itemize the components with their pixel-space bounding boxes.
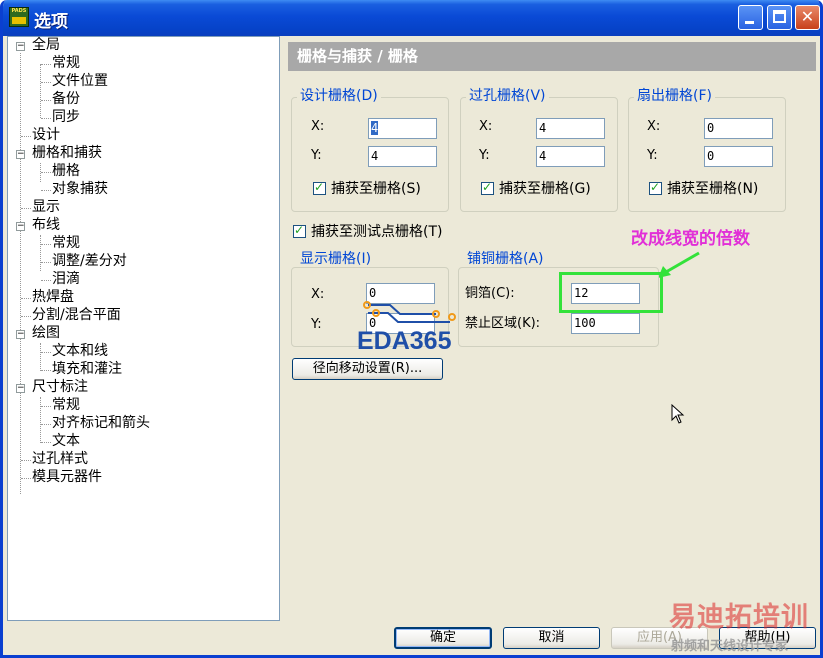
fanout-grid-x-label: X: xyxy=(647,119,661,134)
design-grid-label: 设计栅格(D) xyxy=(297,88,381,104)
options-tree[interactable]: − 全局 常规 文件位置 备份 同步 设计 − 栅格和捕获 栅格 对象捕获 显示… xyxy=(7,36,280,621)
tree-item-global-general[interactable]: 常规 xyxy=(52,55,80,72)
site-watermark-subtitle: 射频和天线设计专家 xyxy=(671,639,789,654)
cancel-button[interactable]: 取消 xyxy=(503,627,600,649)
tree-expander[interactable]: − xyxy=(16,222,25,231)
pads-app-icon: PADS xyxy=(9,7,29,27)
tree-item-routing[interactable]: 布线 xyxy=(32,217,60,234)
tree-item-grids[interactable]: 栅格 xyxy=(52,163,80,180)
via-grid-y-input[interactable]: 4 xyxy=(536,146,605,167)
test-point-snap-checkbox[interactable] xyxy=(293,223,306,238)
options-dialog: PADS 选项 ✕ − 全局 常规 文件位置 备份 同步 设计 − 栅格和捕获 … xyxy=(0,0,823,658)
title-bar[interactable]: PADS 选项 ✕ xyxy=(3,0,820,36)
close-icon: ✕ xyxy=(800,7,815,26)
tree-item-thermals[interactable]: 热焊盘 xyxy=(32,289,74,306)
display-grid-x-label: X: xyxy=(311,287,325,302)
design-grid-snap-label[interactable]: 捕获至栅格(S) xyxy=(331,181,421,197)
design-grid-y-input[interactable]: 4 xyxy=(368,146,437,167)
tree-item-drafting[interactable]: 绘图 xyxy=(32,325,60,342)
tree-item-align-arrows[interactable]: 对齐标记和箭头 xyxy=(52,415,150,432)
tree-item-text-lines[interactable]: 文本和线 xyxy=(52,343,108,360)
settings-panel: 栅格与捕获 / 栅格 设计栅格(D) X: 4 Y: 4 捕获至栅格(S) 过孔… xyxy=(282,36,820,621)
tree-expander[interactable]: − xyxy=(16,330,25,339)
tree-item-global[interactable]: 全局 xyxy=(32,37,60,54)
tree-item-backup[interactable]: 备份 xyxy=(52,91,80,108)
eda365-trace-logo xyxy=(363,301,456,323)
tree-item-tuning[interactable]: 调整/差分对 xyxy=(52,253,127,270)
fanout-grid-y-input[interactable]: 0 xyxy=(704,146,773,167)
minimize-icon xyxy=(745,21,754,24)
tree-item-object-snap[interactable]: 对象捕获 xyxy=(52,181,108,198)
design-grid-y-label: Y: xyxy=(311,148,322,163)
tree-item-design[interactable]: 设计 xyxy=(32,127,60,144)
tree-item-dim-general[interactable]: 常规 xyxy=(52,397,80,414)
via-grid-snap-checkbox[interactable] xyxy=(481,180,494,195)
copper-label: 铜箔(C): xyxy=(465,286,515,301)
via-grid-x-input[interactable]: 4 xyxy=(536,118,605,139)
keepout-input[interactable]: 100 xyxy=(571,313,640,334)
fanout-grid-label: 扇出栅格(F) xyxy=(634,88,715,104)
tree-item-routing-general[interactable]: 常规 xyxy=(52,235,80,252)
keepout-label: 禁止区域(K): xyxy=(465,316,541,331)
copper-grid-label: 铺铜栅格(A) xyxy=(464,251,547,267)
via-grid-snap-label[interactable]: 捕获至栅格(G) xyxy=(499,181,591,197)
tree-item-via-patterns[interactable]: 过孔样式 xyxy=(32,451,88,468)
display-grid-label: 显示栅格(I) xyxy=(297,251,375,267)
site-watermark-title: 易迪拓培训 xyxy=(669,602,809,633)
fanout-grid-x-input[interactable]: 0 xyxy=(704,118,773,139)
minimize-button[interactable] xyxy=(738,5,763,30)
tree-item-die-component[interactable]: 模具元器件 xyxy=(32,469,102,486)
tree-item-grids-snap[interactable]: 栅格和捕获 xyxy=(32,145,102,162)
mouse-cursor-icon xyxy=(671,404,685,424)
display-grid-y-label: Y: xyxy=(311,317,322,332)
annotation-text: 改成线宽的倍数 xyxy=(631,229,750,249)
tree-item-sync[interactable]: 同步 xyxy=(52,109,80,126)
fanout-grid-snap-label[interactable]: 捕获至栅格(N) xyxy=(667,181,758,197)
tree-expander[interactable]: − xyxy=(16,42,25,51)
maximize-icon xyxy=(773,10,786,23)
tree-item-file-locations[interactable]: 文件位置 xyxy=(52,73,108,90)
page-title: 栅格与捕获 / 栅格 xyxy=(288,42,816,71)
test-point-snap-label[interactable]: 捕获至测试点栅格(T) xyxy=(311,224,442,240)
tree-item-display[interactable]: 显示 xyxy=(32,199,60,216)
fanout-grid-y-label: Y: xyxy=(647,148,658,163)
annotation-highlight-box xyxy=(559,272,663,313)
ok-button[interactable]: 确定 xyxy=(394,627,492,649)
tree-item-dimensioning[interactable]: 尺寸标注 xyxy=(32,379,88,396)
close-button[interactable]: ✕ xyxy=(795,5,820,30)
design-grid-x-label: X: xyxy=(311,119,325,134)
fanout-grid-snap-checkbox[interactable] xyxy=(649,180,662,195)
radial-move-setup-button[interactable]: 径向移动设置(R)... xyxy=(292,358,443,380)
maximize-button[interactable] xyxy=(767,5,792,30)
design-grid-x-input[interactable]: 4 xyxy=(368,118,437,139)
tree-item-split-planes[interactable]: 分割/混合平面 xyxy=(32,307,121,324)
tree-item-dim-text[interactable]: 文本 xyxy=(52,433,80,450)
window-title: 选项 xyxy=(34,12,68,32)
tree-item-teardrops[interactable]: 泪滴 xyxy=(52,271,80,288)
tree-expander[interactable]: − xyxy=(16,150,25,159)
via-grid-x-label: X: xyxy=(479,119,493,134)
eda365-watermark: EDA365 xyxy=(357,327,452,355)
via-grid-y-label: Y: xyxy=(479,148,490,163)
via-grid-label: 过孔栅格(V) xyxy=(466,88,549,104)
design-grid-snap-checkbox[interactable] xyxy=(313,180,326,195)
tree-expander[interactable]: − xyxy=(16,384,25,393)
tree-item-fill-pour[interactable]: 填充和灌注 xyxy=(52,361,122,378)
